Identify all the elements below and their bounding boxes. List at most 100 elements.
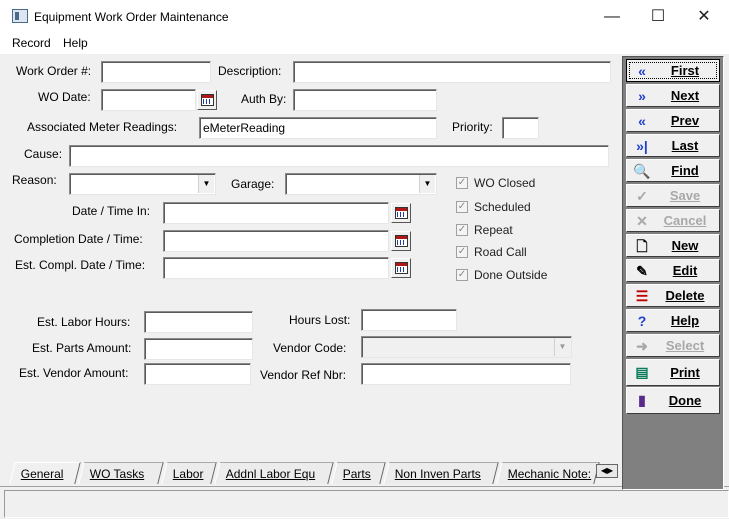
wo-date-label: WO Date:: [38, 90, 91, 104]
meter-readings-label: Associated Meter Readings:: [27, 120, 178, 134]
select-arrow-icon: ➜: [636, 338, 648, 354]
priority-input[interactable]: [502, 117, 539, 139]
delete-button[interactable]: ☰ Delete: [626, 284, 720, 307]
new-button[interactable]: 🗋 New: [626, 234, 720, 257]
date-time-in-calendar-button[interactable]: [391, 203, 411, 223]
chevron-down-icon[interactable]: ▼: [198, 175, 214, 193]
auth-by-input[interactable]: [293, 89, 437, 111]
cancel-label: Cancel: [663, 213, 707, 228]
tab-parts[interactable]: Parts: [331, 462, 386, 484]
priority-label: Priority:: [452, 120, 493, 134]
est-compl-date-calendar-button[interactable]: [391, 258, 411, 278]
est-vendor-amount-input[interactable]: [144, 363, 251, 385]
chevron-down-icon[interactable]: ▼: [554, 338, 570, 356]
calendar-icon: [201, 94, 214, 106]
cause-label: Cause:: [24, 147, 63, 161]
close-button[interactable]: ✕: [681, 4, 727, 30]
completion-date-input[interactable]: [163, 230, 389, 252]
save-label: Save: [669, 188, 701, 203]
help-button[interactable]: ? Help: [626, 309, 720, 332]
menu-record[interactable]: Record: [12, 36, 51, 50]
done-button[interactable]: ▮ Done: [626, 387, 720, 414]
tab-non-inven-parts[interactable]: Non Inven Parts: [383, 462, 499, 484]
tab-labor[interactable]: Labor: [161, 462, 217, 484]
done-outside-label: Done Outside: [474, 268, 548, 282]
title-bar: Equipment Work Order Maintenance — ☐ ✕: [0, 0, 729, 34]
delete-label: Delete: [665, 288, 705, 303]
delete-list-icon: ☰: [635, 288, 649, 304]
wo-date-input[interactable]: [101, 89, 196, 111]
last-label: Last: [671, 138, 699, 153]
vendor-code-select[interactable]: ▼: [361, 336, 572, 358]
vendor-ref-nbr-input[interactable]: [361, 363, 571, 385]
est-parts-amount-input[interactable]: [144, 338, 253, 360]
road-call-checkbox[interactable]: ✓ Road Call: [456, 244, 576, 262]
checkmark-icon: ✓: [456, 177, 468, 189]
work-order-input[interactable]: [101, 61, 211, 83]
menu-help[interactable]: Help: [63, 36, 88, 50]
wo-date-calendar-button[interactable]: [197, 90, 217, 110]
garage-select[interactable]: ▼: [285, 173, 437, 195]
scheduled-checkbox[interactable]: ✓ Scheduled: [456, 199, 576, 217]
checkmark-icon: ✓: [456, 201, 468, 213]
find-button[interactable]: 🔍 Find: [626, 159, 720, 182]
last-button[interactable]: »| Last: [626, 134, 720, 157]
meter-readings-input[interactable]: eMeterReading: [199, 117, 437, 139]
first-button[interactable]: « First: [626, 59, 720, 82]
edit-button[interactable]: ✎ Edit: [626, 259, 720, 282]
description-input[interactable]: [293, 61, 611, 83]
find-label: Find: [671, 163, 699, 178]
wo-closed-label: WO Closed: [474, 176, 536, 190]
select-button[interactable]: ➜ Select: [626, 334, 720, 357]
door-exit-icon: ▮: [638, 392, 646, 408]
edit-document-icon: ✎: [636, 263, 648, 279]
garage-label: Garage:: [231, 177, 275, 191]
tab-wo-tasks[interactable]: WO Tasks: [78, 462, 164, 484]
cancel-button[interactable]: ✕ Cancel: [626, 209, 720, 232]
cause-input[interactable]: [69, 145, 609, 167]
calendar-icon: [395, 262, 408, 274]
x-icon: ✕: [636, 213, 648, 229]
app-icon: [12, 9, 28, 23]
save-button[interactable]: ✓ Save: [626, 184, 720, 207]
minimize-button[interactable]: —: [589, 4, 635, 30]
tab-general[interactable]: General: [9, 462, 81, 484]
date-time-in-input[interactable]: [163, 202, 389, 224]
print-label: Print: [670, 365, 700, 380]
last-arrow-icon: »|: [636, 138, 648, 154]
wo-closed-checkbox[interactable]: ✓ WO Closed: [456, 175, 576, 193]
chevron-down-icon[interactable]: ▼: [419, 175, 435, 193]
maximize-button[interactable]: ☐: [635, 4, 681, 30]
est-compl-date-label: Est. Compl. Date / Time:: [15, 258, 146, 272]
repeat-checkbox[interactable]: ✓ Repeat: [456, 222, 576, 240]
next-button[interactable]: » Next: [626, 84, 720, 107]
calendar-icon: [395, 207, 408, 219]
repeat-label: Repeat: [474, 223, 513, 237]
magnifier-icon: 🔍: [633, 163, 651, 179]
prev-label: Prev: [670, 113, 700, 128]
checkmark-icon: ✓: [456, 269, 468, 281]
tab-mechanic-notes[interactable]: Mechanic Note:: [496, 462, 600, 484]
printer-icon: ▤: [635, 364, 649, 380]
done-label: Done: [668, 393, 702, 408]
hours-lost-label: Hours Lost:: [289, 313, 351, 327]
left-arrow-icon: «: [638, 113, 646, 129]
vendor-ref-nbr-label: Vendor Ref Nbr:: [260, 368, 347, 382]
auth-by-label: Auth By:: [241, 92, 287, 106]
reason-select[interactable]: ▼: [69, 173, 216, 195]
prev-button[interactable]: « Prev: [626, 109, 720, 132]
new-label: New: [671, 238, 699, 253]
scheduled-label: Scheduled: [474, 200, 531, 214]
est-labor-hours-input[interactable]: [144, 311, 253, 333]
tab-addnl-labor-equ[interactable]: Addnl Labor Equ: [214, 462, 334, 484]
completion-date-calendar-button[interactable]: [391, 231, 411, 251]
tab-scroll-arrows[interactable]: ◀▶: [596, 464, 618, 478]
date-time-in-label: Date / Time In:: [72, 204, 151, 218]
print-button[interactable]: ▤ Print: [626, 359, 720, 386]
double-left-arrow-icon: «: [638, 63, 646, 79]
next-label: Next: [670, 88, 700, 103]
hours-lost-input[interactable]: [361, 309, 457, 331]
question-mark-icon: ?: [637, 313, 647, 329]
est-compl-date-input[interactable]: [163, 257, 389, 279]
done-outside-checkbox[interactable]: ✓ Done Outside: [456, 267, 576, 285]
